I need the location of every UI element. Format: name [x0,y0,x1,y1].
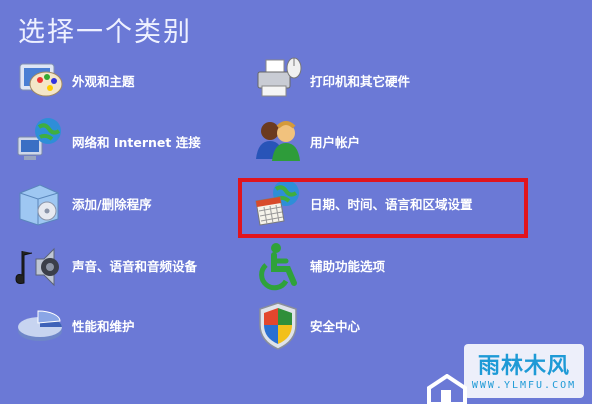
category-label: 辅助功能选项 [310,258,386,274]
category-user-accounts[interactable]: 用户帐户 [252,116,360,166]
shield-icon [259,302,297,350]
highlight-frame [238,178,528,238]
watermark-logo-text: 雨林木风 [477,354,570,379]
watermark-url: WWW.YLMFU.COM [471,380,577,391]
category-label: 外观和主题 [72,73,135,89]
add-remove-programs-icon [19,184,59,226]
printer-mouse-icon [257,57,302,97]
category-label: 安全中心 [310,318,361,334]
category-appearance-themes[interactable]: 外观和主题 [14,55,135,105]
network-globe-icon [17,118,61,160]
watermark-logo: 雨林木风 WWW.YLMFU.COM [464,344,584,398]
page-title: 选择一个类别 [18,17,192,48]
pie-chart-icon [18,310,62,341]
accessibility-icon [259,243,297,291]
category-performance-maintenance[interactable]: 性能和维护 [14,300,135,350]
category-label: 添加/删除程序 [72,196,152,212]
category-printers-hardware[interactable]: 打印机和其它硬件 [252,55,410,105]
category-label: 网络和 Internet 连接 [72,134,201,150]
category-network-internet[interactable]: 网络和 Internet 连接 [14,116,201,166]
category-accessibility-options[interactable]: 辅助功能选项 [252,240,386,291]
speaker-note-icon [15,247,59,287]
category-add-remove-programs[interactable]: 添加/删除程序 [14,178,152,228]
user-accounts-icon [256,121,300,161]
category-security-center[interactable]: 安全中心 [252,300,360,350]
category-label: 用户帐户 [310,134,361,150]
category-sound-audio[interactable]: 声音、语音和音频设备 [14,240,197,290]
appearance-themes-icon [19,63,63,97]
category-label: 打印机和其它硬件 [310,73,411,89]
category-label: 声音、语音和音频设备 [72,258,198,274]
category-label: 性能和维护 [72,318,135,334]
